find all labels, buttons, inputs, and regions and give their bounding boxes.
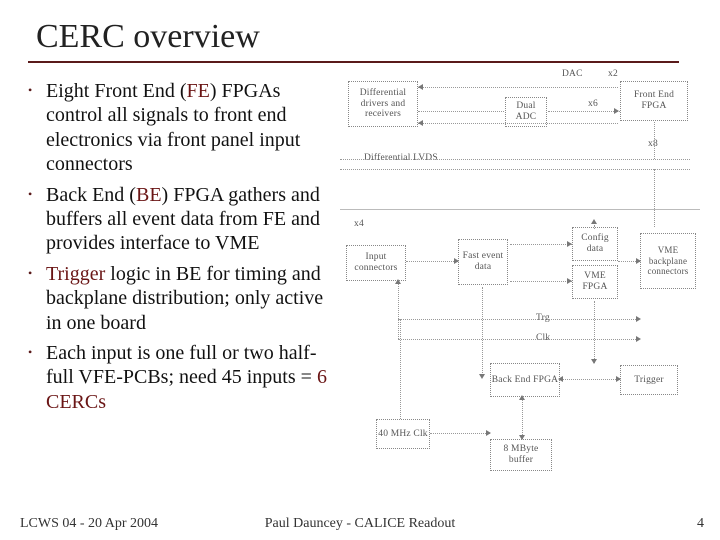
vme-fpga-box: VME FPGA bbox=[572, 265, 618, 299]
dac-label: DAC bbox=[562, 69, 583, 79]
bullet-item: Trigger logic in BE for timing and backp… bbox=[34, 262, 334, 335]
footer-left: LCWS 04 - 20 Apr 2004 bbox=[20, 516, 158, 532]
config-data-box: Config data bbox=[572, 227, 618, 261]
bullet-highlight: Trigger bbox=[46, 263, 105, 285]
slide: CERC overview Eight Front End (FE) FPGAs… bbox=[0, 0, 720, 540]
footer-slide-number: 4 bbox=[697, 516, 704, 532]
text-column: Eight Front End (FE) FPGAs control all s… bbox=[34, 79, 334, 499]
x8-label: x8 bbox=[648, 139, 658, 149]
bullet-highlight: BE bbox=[136, 184, 162, 206]
bullet-item: Back End (BE) FPGA gathers and buffers a… bbox=[34, 183, 334, 256]
vme-backplane-box: VME backplane connectors bbox=[640, 233, 696, 289]
input-connectors-box: Input connectors bbox=[346, 245, 406, 281]
title-rule: CERC overview bbox=[28, 18, 679, 63]
bullet-text: Eight Front End ( bbox=[46, 80, 187, 102]
page-title: CERC overview bbox=[36, 18, 679, 56]
bullet-text: Each input is one full or two half-full … bbox=[46, 342, 317, 388]
diff-drivers-box: Differential drivers and receivers bbox=[348, 81, 418, 127]
bullet-item: Each input is one full or two half-full … bbox=[34, 341, 334, 414]
trigger-box: Trigger bbox=[620, 365, 678, 395]
diagram-column: Differential drivers and receivers Dual … bbox=[340, 79, 698, 499]
buffer-8mb-box: 8 MByte buffer bbox=[490, 439, 552, 471]
block-diagram: Differential drivers and receivers Dual … bbox=[340, 69, 700, 499]
x6-label: x6 bbox=[588, 99, 598, 109]
x4-label: x4 bbox=[354, 219, 364, 229]
back-end-fpga-box: Back End FPGA bbox=[490, 363, 560, 397]
bullet-text: Back End ( bbox=[46, 184, 136, 206]
x2-label: x2 bbox=[608, 69, 618, 79]
content-area: Eight Front End (FE) FPGAs control all s… bbox=[34, 79, 698, 499]
bullet-item: Eight Front End (FE) FPGAs control all s… bbox=[34, 79, 334, 177]
fast-event-data-box: Fast event data bbox=[458, 239, 508, 285]
front-end-fpga-box: Front End FPGA bbox=[620, 81, 688, 121]
footer-center: Paul Dauncey - CALICE Readout bbox=[265, 516, 456, 532]
clk-40mhz-box: 40 MHz Clk bbox=[376, 419, 430, 449]
bullet-highlight: FE bbox=[187, 80, 210, 102]
bullet-list: Eight Front End (FE) FPGAs control all s… bbox=[34, 79, 334, 414]
